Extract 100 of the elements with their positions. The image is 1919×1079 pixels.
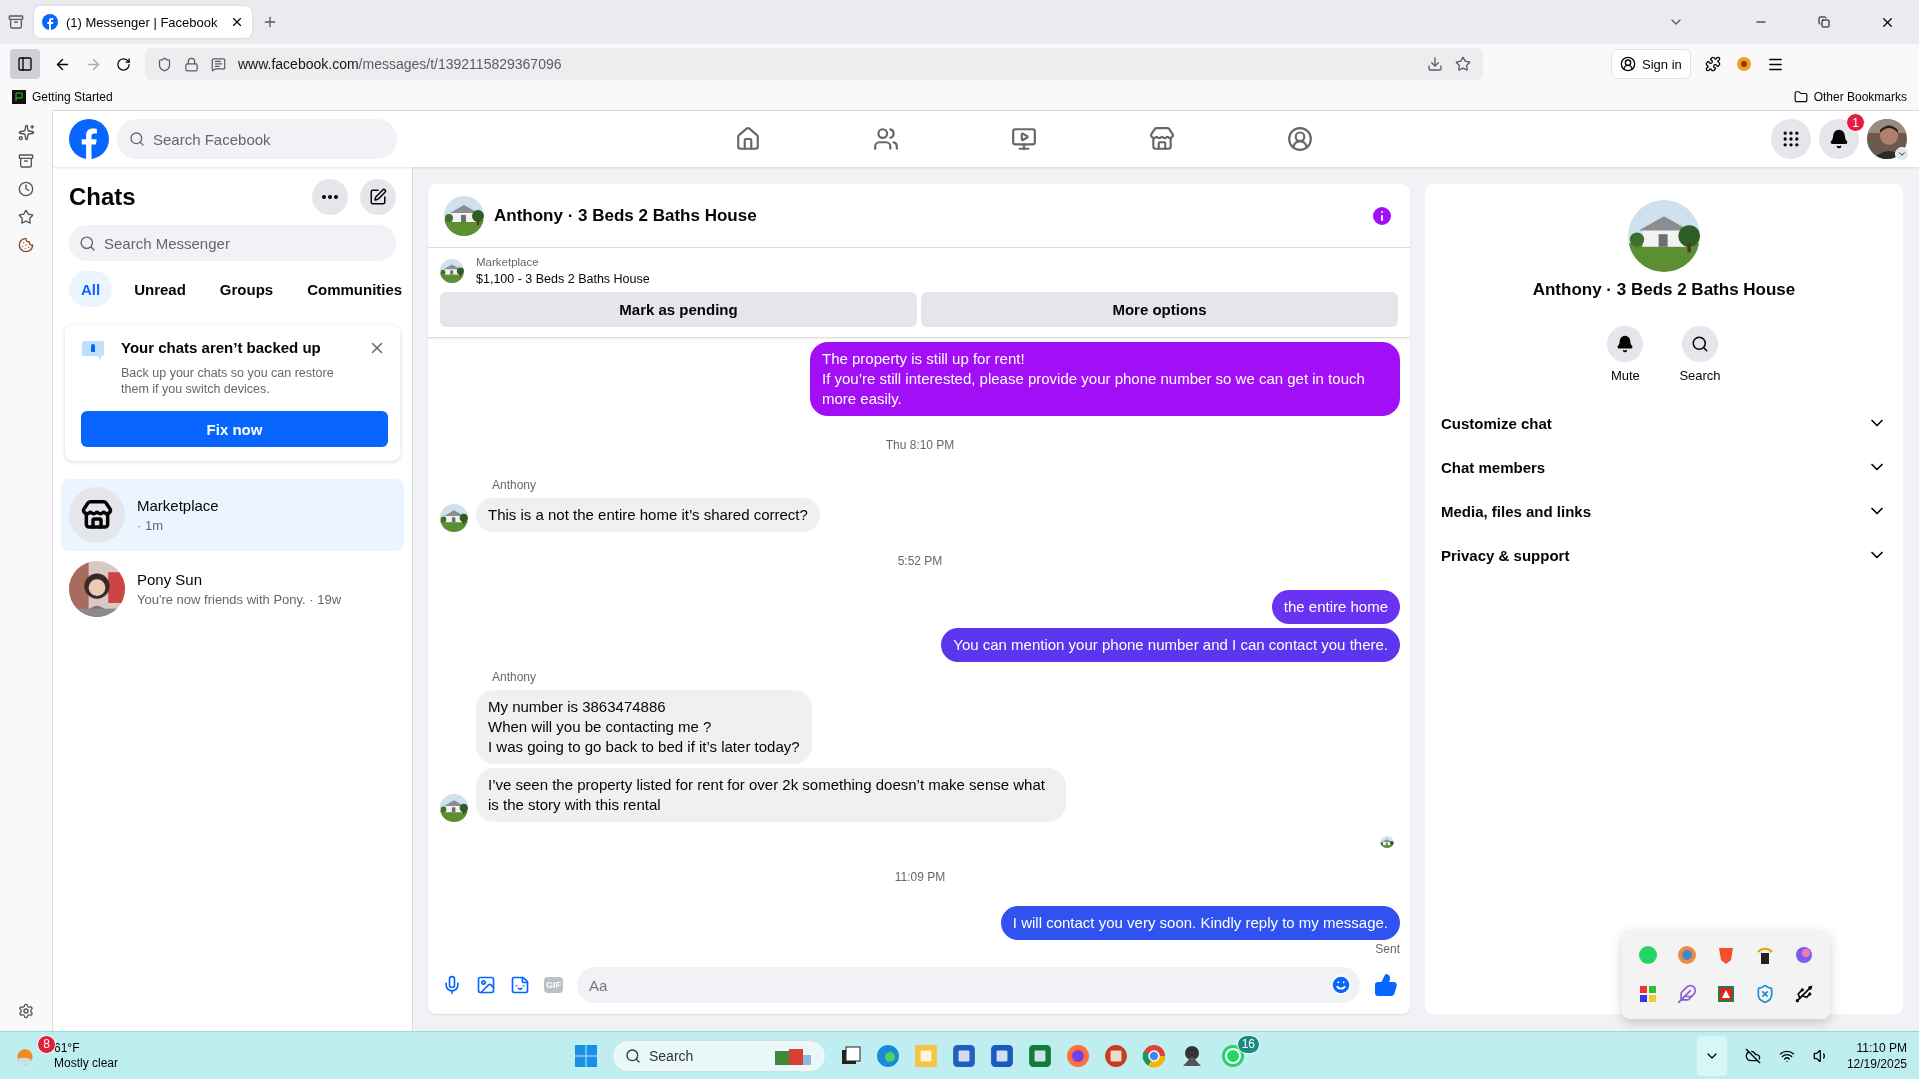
search-field[interactable]: Search Messenger <box>69 225 396 261</box>
search-field[interactable]: Search Facebook <box>117 119 397 159</box>
filter-tab[interactable]: Unread <box>122 271 198 307</box>
message-bubble: the entire home <box>1271 590 1400 624</box>
browser-tab[interactable]: (1) Messenger | Facebook <box>34 6 252 38</box>
bookmark-icon <box>12 90 26 104</box>
temperature: 61°F <box>54 1040 81 1056</box>
section-header[interactable]: Customize chat <box>1433 401 1895 445</box>
tray-overflow-button[interactable] <box>1696 1035 1727 1076</box>
start-icon[interactable] <box>574 1043 598 1068</box>
sidebar-toggle[interactable] <box>10 49 40 79</box>
security-icon[interactable] <box>1755 983 1776 1004</box>
listing-button[interactable]: More options <box>921 292 1398 327</box>
filter-tab[interactable]: Groups <box>207 271 286 307</box>
bell-icon <box>1616 335 1635 353</box>
home-icon[interactable] <box>735 126 761 152</box>
message-bubble: This is a not the entire home it’s shared correct? <box>476 498 820 532</box>
task-view-icon[interactable] <box>840 1044 862 1067</box>
panel-title: Chats <box>69 183 137 211</box>
address-bar[interactable]: www.facebook.com/messages/t/1392115829367096 <box>145 48 1483 80</box>
contact-name: Anthony · 3 Beds 2 Baths House <box>1532 280 1796 300</box>
apps-button[interactable] <box>1771 119 1811 159</box>
chat-lock-icon <box>81 339 105 361</box>
lock-icon <box>184 56 199 72</box>
message-bubble: My number is 3863474886 When will you be contacting me ? I was going to go back to bed if it’s later today? <box>476 690 812 764</box>
app-icon[interactable] <box>1637 983 1658 1004</box>
cookie-icon[interactable] <box>18 237 34 253</box>
account-menu-button[interactable] <box>1895 147 1909 161</box>
search-button[interactable] <box>1682 326 1718 362</box>
star-icon[interactable] <box>1455 56 1471 72</box>
sender-name: Anthony <box>492 478 538 492</box>
close-icon[interactable] <box>230 15 244 29</box>
chat-name: Marketplace <box>137 497 219 514</box>
star-icon[interactable] <box>18 209 34 225</box>
shield-icon[interactable] <box>1716 945 1736 966</box>
action-label: Search <box>1679 368 1721 383</box>
restore-icon[interactable] <box>1818 16 1830 28</box>
download-icon[interactable] <box>1427 56 1443 72</box>
chat-item[interactable]: Marketplace · 1m <box>61 479 404 551</box>
sparkle-icon[interactable] <box>17 124 35 141</box>
card-title: Your chats aren’t backed up <box>121 339 322 358</box>
bell-icon <box>1829 129 1849 149</box>
tab-list-icon[interactable] <box>8 14 24 30</box>
card-text: Back up your chats so you can restore them if you switch devices. <box>121 365 335 397</box>
weather-condition: Mostly clear <box>54 1055 118 1071</box>
conversation-title: Anthony · 3 Beds 2 Baths House <box>494 205 758 226</box>
timestamp: 11:09 PM <box>893 870 947 884</box>
compose-button[interactable] <box>360 179 396 215</box>
action-label: Mute <box>1610 368 1640 383</box>
chevron-icon <box>1897 149 1907 159</box>
extension-icon[interactable] <box>1734 55 1753 73</box>
sender-name: Anthony <box>492 670 538 684</box>
section-header[interactable]: Media, files and links <box>1433 489 1895 533</box>
tabs-icon[interactable] <box>18 153 34 169</box>
app-badge: 16 <box>1236 1034 1260 1054</box>
bookmark[interactable]: Getting Started <box>32 90 113 104</box>
usb-icon[interactable] <box>1794 983 1815 1004</box>
notifications-button[interactable] <box>1819 119 1859 159</box>
emoji-icon[interactable] <box>1330 974 1352 996</box>
chat-preview: You're now friends with Pony. · 19w <box>137 592 342 607</box>
listing-button[interactable]: Mark as pending <box>440 292 917 327</box>
chat-name: Pony Sun <box>137 571 204 588</box>
chat-item[interactable]: Pony Sun You're now friends with Pony. · 19w <box>61 553 404 625</box>
fix-now-button[interactable]: Fix now <box>81 411 388 447</box>
weather-badge: 8 <box>37 1034 56 1054</box>
message-bubble: You can mention your phone number and I can contact you there. <box>941 628 1400 662</box>
image-icon[interactable] <box>476 975 496 995</box>
more-button[interactable] <box>312 179 348 215</box>
video-icon[interactable] <box>1011 126 1037 152</box>
bookmark[interactable]: Other Bookmarks <box>1813 90 1907 104</box>
compose-icon <box>369 188 387 206</box>
grid-icon <box>1781 129 1801 149</box>
sticker-icon[interactable] <box>510 975 530 995</box>
user-icon <box>1620 56 1636 72</box>
logo-icon[interactable] <box>69 119 109 159</box>
section-header[interactable]: Chat members <box>1433 445 1895 489</box>
sign-in-button[interactable]: Sign in <box>1611 49 1691 79</box>
feather-icon[interactable] <box>1676 983 1697 1004</box>
timestamp: 5:52 PM <box>896 554 944 568</box>
search-icon <box>79 234 96 252</box>
clock[interactable]: 11:10 PM 12/19/2025 <box>1846 1039 1907 1072</box>
reload-icon[interactable] <box>116 56 131 72</box>
taskbar-search[interactable]: Search <box>612 1039 826 1072</box>
mute-button[interactable] <box>1607 326 1644 362</box>
message-field[interactable]: Aa <box>577 967 1360 1003</box>
groups-icon[interactable] <box>1287 126 1313 152</box>
settings-icon[interactable] <box>18 1003 34 1019</box>
like-icon[interactable] <box>1374 973 1398 997</box>
new-tab-icon[interactable] <box>262 14 278 30</box>
section-header[interactable]: Privacy & support <box>1433 533 1895 577</box>
clock-icon[interactable] <box>18 181 34 197</box>
microphone-icon[interactable] <box>442 975 462 995</box>
filter-tab[interactable]: Communities <box>295 271 415 307</box>
search-icon <box>129 131 145 147</box>
app-icon[interactable] <box>1716 983 1736 1004</box>
filter-tab[interactable]: All <box>69 271 113 307</box>
app-icon[interactable] <box>1180 1043 1204 1068</box>
friends-icon[interactable] <box>873 126 899 152</box>
cloud-off-icon[interactable] <box>1744 1047 1761 1064</box>
extensions-icon[interactable] <box>1704 56 1721 72</box>
